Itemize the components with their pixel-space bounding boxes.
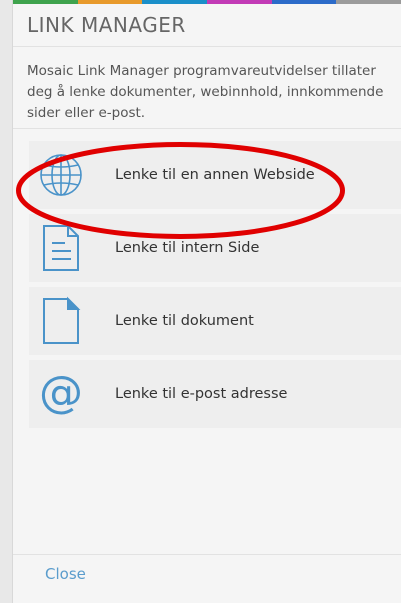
- link-internal-page-option[interactable]: Lenke til intern Side: [29, 214, 401, 282]
- panel-header: LINK MANAGER: [13, 4, 401, 47]
- link-document-label: Lenke til dokument: [115, 313, 254, 329]
- close-link[interactable]: Close: [45, 565, 86, 583]
- svg-text:@: @: [39, 371, 83, 417]
- document-icon: [35, 295, 87, 347]
- link-manager-panel: LINK MANAGER Mosaic Link Manager program…: [12, 0, 401, 603]
- link-email-option[interactable]: @ Lenke til e-post adresse: [29, 360, 401, 428]
- link-type-list: Lenke til en annen Webside Lenke til int…: [13, 129, 401, 428]
- link-email-label: Lenke til e-post adresse: [115, 386, 288, 402]
- globe-icon: [35, 149, 87, 201]
- footer-divider: [13, 554, 401, 555]
- link-document-option[interactable]: Lenke til dokument: [29, 287, 401, 355]
- panel-title: LINK MANAGER: [27, 13, 186, 37]
- document-lines-icon: [35, 222, 87, 274]
- background-page-edge: [0, 0, 12, 603]
- link-web-page-option[interactable]: Lenke til en annen Webside: [29, 141, 401, 209]
- panel-description: Mosaic Link Manager programvareutvidelse…: [13, 47, 401, 129]
- link-web-page-label: Lenke til en annen Webside: [115, 167, 315, 183]
- color-strip: [13, 0, 401, 4]
- link-internal-page-label: Lenke til intern Side: [115, 240, 260, 256]
- at-sign-icon: @: [35, 368, 87, 420]
